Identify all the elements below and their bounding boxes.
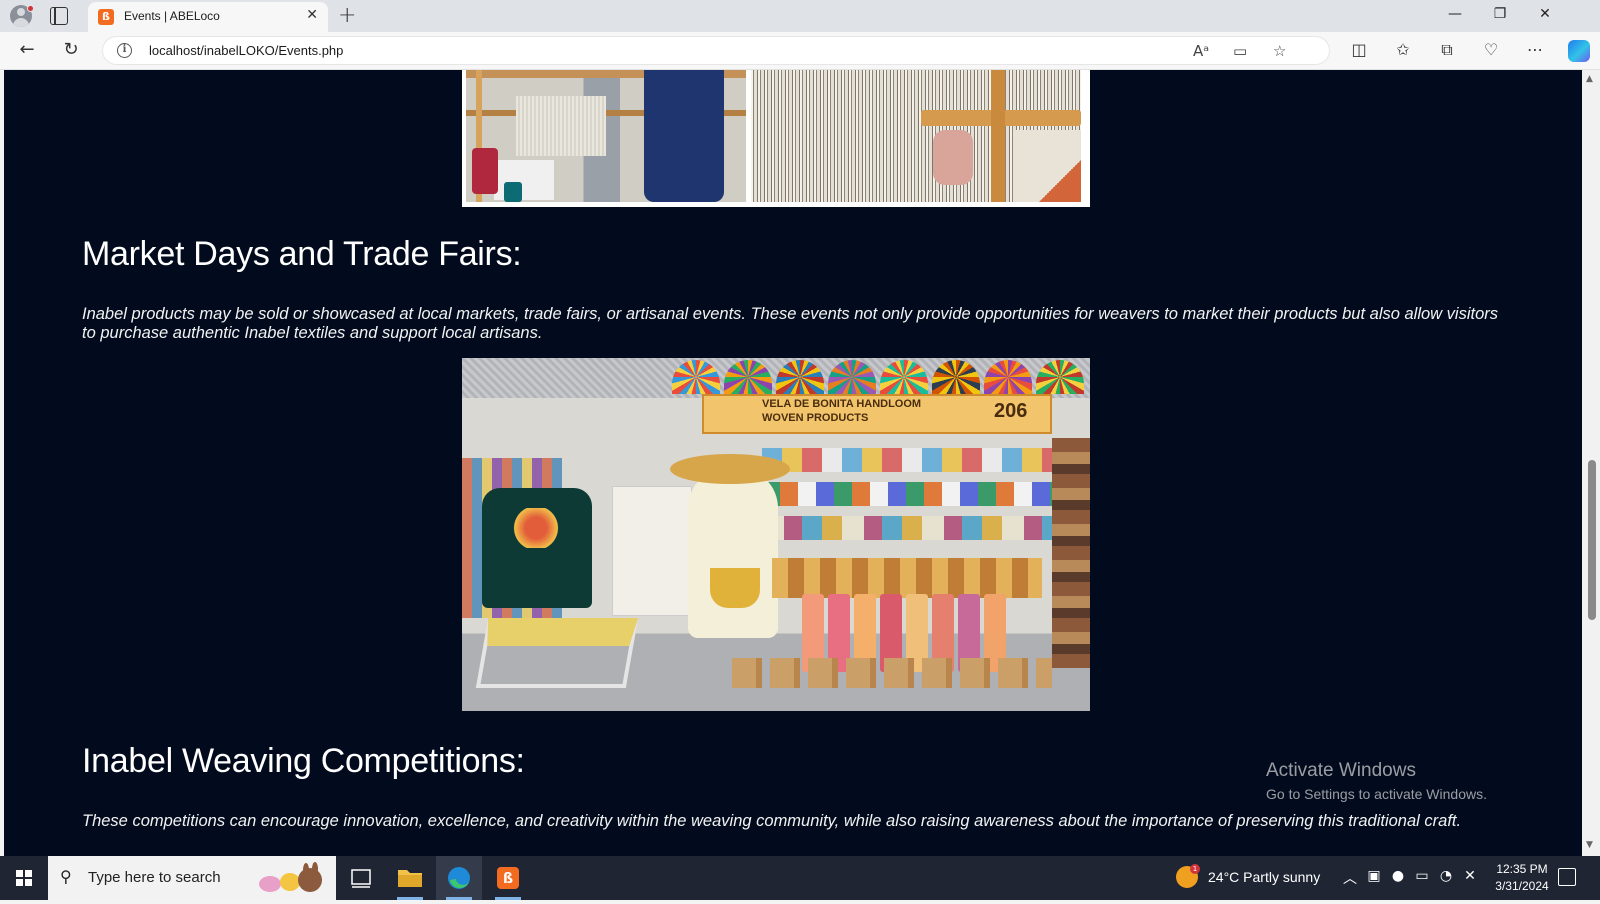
- system-clock[interactable]: 12:35 PM 3/31/2024: [1482, 861, 1562, 895]
- volume-muted-icon[interactable]: ✕: [1460, 868, 1480, 884]
- windows-start-icon[interactable]: [16, 870, 32, 886]
- restore-button[interactable]: ❐: [1485, 6, 1515, 22]
- split-screen-icon[interactable]: ◫: [1348, 40, 1370, 59]
- refresh-icon[interactable]: ↻: [59, 39, 83, 60]
- taskbar-search-box[interactable]: ⚲ Type here to search: [48, 856, 336, 900]
- search-placeholder: Type here to search: [88, 869, 221, 886]
- xampp-app-icon[interactable]: ß: [485, 856, 531, 900]
- immersive-reader-icon[interactable]: ▭: [1233, 42, 1247, 60]
- favicon-icon: ß: [98, 9, 114, 25]
- clock-date: 3/31/2024: [1495, 879, 1549, 893]
- clock-time: 12:35 PM: [1496, 862, 1548, 876]
- scroll-thumb[interactable]: [1588, 460, 1596, 620]
- close-window-button[interactable]: ✕: [1530, 6, 1560, 22]
- booth-sign: VELA DE BONITA HANDLOOM WOVEN PRODUCTS 2…: [702, 394, 1052, 434]
- favorites-icon[interactable]: ✩: [1392, 40, 1414, 59]
- collections-icon[interactable]: ⧉: [1436, 40, 1458, 60]
- tab-actions-icon[interactable]: [50, 7, 68, 25]
- back-arrow-icon[interactable]: ←: [15, 39, 39, 60]
- url-text[interactable]: localhost/inabelLOKO/Events.php: [149, 43, 343, 58]
- watermark-subtitle: Go to Settings to activate Windows.: [1266, 786, 1487, 802]
- microphone-icon[interactable]: ●: [1388, 868, 1408, 884]
- wifi-icon[interactable]: ◔: [1436, 868, 1456, 884]
- weather-badge: 1: [1190, 864, 1200, 874]
- scroll-up-arrow-icon[interactable]: ▲: [1586, 74, 1593, 84]
- section-market-days-body: Inabel products may be sold or showcased…: [82, 305, 1502, 343]
- windows-taskbar: ⚲ Type here to search ß 1 24°C Partly su…: [0, 856, 1600, 900]
- loom-photo-left: [466, 70, 746, 202]
- search-icon: ⚲: [60, 867, 72, 886]
- file-explorer-icon[interactable]: [387, 856, 433, 900]
- weaving-photos-frame: [462, 70, 1090, 207]
- browser-essentials-icon[interactable]: ♡: [1480, 40, 1502, 59]
- scroll-down-arrow-icon[interactable]: ▼: [1586, 840, 1593, 850]
- minimize-button[interactable]: —: [1440, 6, 1470, 22]
- read-aloud-icon[interactable]: Aᵃ: [1193, 42, 1209, 60]
- profile-notification-dot: [27, 5, 34, 12]
- meet-now-icon[interactable]: ▣: [1364, 868, 1384, 884]
- task-view-icon[interactable]: [338, 856, 384, 900]
- loom-photo-right: [751, 70, 1081, 202]
- weather-text[interactable]: 24°C Partly sunny: [1208, 869, 1320, 885]
- browser-tab-events[interactable]: ß Events | ABELoco ✕: [88, 2, 328, 32]
- browser-toolbar: ← ↻ i localhost/inabelLOKO/Events.php Aᵃ…: [0, 32, 1600, 70]
- edge-browser-icon[interactable]: [436, 856, 482, 900]
- svg-text:ß: ß: [503, 871, 513, 887]
- search-highlight-illustration-icon: [259, 862, 322, 892]
- show-hidden-icons-chevron-icon[interactable]: ︿: [1340, 868, 1360, 888]
- copilot-icon[interactable]: [1568, 40, 1590, 62]
- favorite-star-icon[interactable]: ☆: [1273, 42, 1286, 60]
- tab-close-icon[interactable]: ✕: [306, 7, 318, 23]
- activate-windows-watermark: Activate Windows Go to Settings to activ…: [1266, 760, 1487, 802]
- notification-center-icon[interactable]: [1558, 868, 1576, 886]
- more-menu-icon[interactable]: ⋯: [1524, 40, 1546, 59]
- section-market-days: Market Days and Trade Fairs:: [82, 235, 1502, 274]
- address-bar[interactable]: i localhost/inabelLOKO/Events.php Aᵃ ▭ ☆: [102, 36, 1330, 65]
- section-text: These competitions can encourage innovat…: [82, 812, 1462, 830]
- watermark-title: Activate Windows: [1266, 760, 1416, 781]
- section-text: Inabel products may be sold or showcased…: [82, 305, 1499, 342]
- battery-icon[interactable]: ▭: [1412, 868, 1432, 884]
- site-info-icon[interactable]: i: [117, 43, 132, 58]
- browser-tab-bar: ß Events | ABELoco ✕ + — ❐ ✕: [0, 0, 1600, 32]
- section-title: Market Days and Trade Fairs:: [82, 235, 522, 273]
- page-scrollbar[interactable]: ▲ ▼: [1582, 70, 1600, 856]
- section-weaving-competitions-body: These competitions can encourage innovat…: [82, 812, 1502, 831]
- trade-fair-booth-photo: VELA DE BONITA HANDLOOM WOVEN PRODUCTS 2…: [462, 358, 1090, 711]
- new-tab-button[interactable]: +: [338, 3, 356, 28]
- page-viewport: Market Days and Trade Fairs: Inabel prod…: [4, 70, 1582, 856]
- tab-title: Events | ABELoco: [124, 9, 220, 23]
